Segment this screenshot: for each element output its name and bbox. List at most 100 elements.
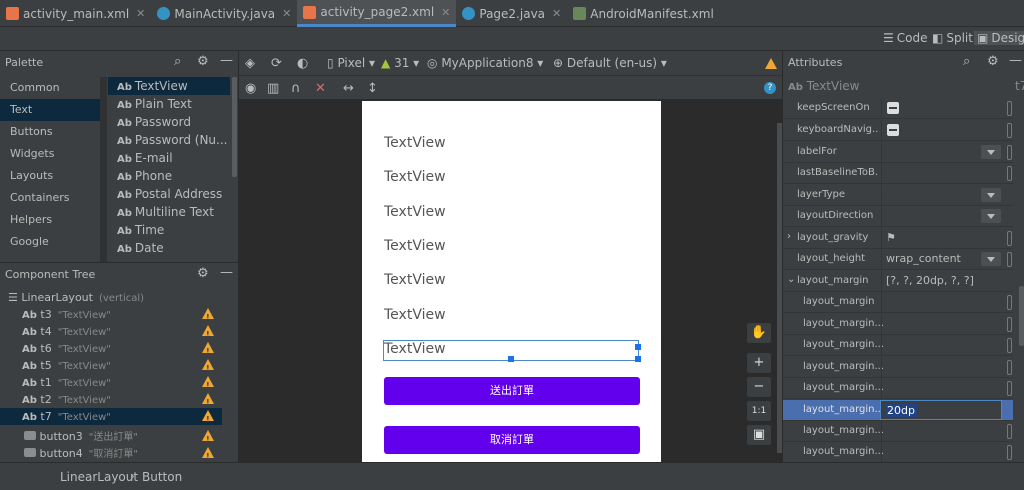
close-icon[interactable]: ✕ [552, 7, 561, 20]
resource-picker[interactable] [1007, 338, 1012, 353]
split-view-button[interactable]: ◧ Split [932, 31, 973, 45]
attr-value[interactable]: wrap_content [881, 249, 991, 269]
preview-button-send-order[interactable]: 送出訂單 [384, 377, 640, 405]
warning-icon[interactable] [202, 376, 214, 394]
warning-icon[interactable] [202, 447, 214, 465]
resource-picker[interactable] [1007, 424, 1012, 439]
palette-item-date[interactable]: Ab Date [108, 239, 230, 257]
palette-scrollbar[interactable] [232, 77, 237, 177]
clear-constraints-icon[interactable]: ✕ [315, 81, 326, 96]
gear-icon[interactable]: ⚙ [197, 266, 209, 281]
vertical-guide-icon[interactable]: ↕ [367, 81, 378, 96]
resource-picker[interactable] [1007, 252, 1012, 267]
resize-handle[interactable] [508, 356, 514, 362]
tab-main-activity[interactable]: MainActivity.java ✕ [151, 0, 297, 27]
tree-row-t2[interactable]: Ab t2 "TextView" [0, 391, 222, 411]
attr-value[interactable] [881, 206, 991, 226]
attr-value[interactable] [881, 357, 991, 377]
tree-row-button3[interactable]: button3 "送出訂單" [0, 428, 222, 448]
preview-textview-t5[interactable]: TextView [384, 238, 446, 254]
chevron-down-icon[interactable]: ⌄ [787, 274, 795, 285]
palette-category-layouts[interactable]: Layouts [0, 165, 100, 187]
attr-row-layoutmargin[interactable]: ⌄ layout_margin [?, ?, 20dp, ?, ?] [783, 271, 1013, 292]
resource-picker[interactable] [1007, 360, 1012, 375]
zoom-actual-size-button[interactable]: 1:1 [747, 401, 771, 421]
search-icon[interactable]: ⌕ [174, 54, 181, 69]
night-mode-icon[interactable]: ◐ [297, 56, 308, 71]
palette-item-email[interactable]: Ab E-mail [108, 149, 230, 167]
warning-icon[interactable] [202, 430, 214, 448]
warning-icon[interactable] [202, 308, 214, 326]
minimize-icon[interactable]: — [220, 53, 233, 68]
attr-row-layoutgravity[interactable]: › layout_gravity ⚑ [783, 228, 1013, 249]
chevron-down-icon[interactable] [981, 145, 1001, 159]
preview-button-cancel-order[interactable]: 取消訂單 [384, 426, 640, 454]
zoom-in-button[interactable]: + [747, 353, 771, 373]
breadcrumb-button[interactable]: Button [142, 470, 182, 484]
chevron-down-icon[interactable] [981, 188, 1001, 202]
locale-dropdown[interactable]: ⊕ Default (en-us) ▾ [553, 56, 667, 70]
preview-textview-t4[interactable]: TextView [384, 169, 446, 185]
tree-root-linearlayout[interactable]: ☰ LinearLayout (vertical) [0, 289, 222, 306]
horizontal-guide-icon[interactable]: ↔ [343, 81, 354, 96]
preview-textview-t1[interactable]: TextView [384, 272, 446, 288]
warning-icon[interactable] [202, 393, 214, 411]
close-icon[interactable]: ✕ [136, 7, 145, 20]
eye-icon[interactable]: ◉ [245, 81, 256, 96]
minimize-icon[interactable]: — [1009, 53, 1022, 68]
palette-item-textview[interactable]: Ab TextView [108, 77, 230, 95]
blueprint-icon[interactable]: ▥ [267, 81, 279, 96]
resource-picker[interactable] [1007, 145, 1012, 160]
palette-item-password-numeric[interactable]: Ab Password (Nu... [108, 131, 230, 149]
design-view-button[interactable]: ▣Design [974, 31, 1024, 45]
zoom-out-button[interactable]: − [747, 377, 771, 397]
warning-icon[interactable] [202, 410, 214, 428]
preview-textview-t6[interactable]: TextView [384, 204, 446, 220]
attr-value[interactable] [881, 163, 991, 183]
attributes-scrollbar[interactable] [1019, 286, 1024, 346]
search-icon[interactable]: ⌕ [963, 54, 970, 69]
resource-picker[interactable] [1007, 231, 1012, 246]
palette-category-google[interactable]: Google [0, 231, 100, 253]
tree-row-t4[interactable]: Ab t4 "TextView" [0, 323, 222, 343]
tree-row-t6[interactable]: Ab t6 "TextView" [0, 340, 222, 360]
minimize-icon[interactable]: — [220, 265, 233, 280]
palette-item-password[interactable]: Ab Password [108, 113, 230, 131]
orientation-icon[interactable]: ⟳ [271, 56, 282, 71]
attr-value[interactable] [881, 142, 991, 162]
tree-row-t7[interactable]: Ab t7 "TextView" [0, 408, 222, 428]
tree-row-t3[interactable]: Ab t3 "TextView" [0, 306, 222, 326]
resource-picker[interactable] [1007, 295, 1012, 310]
palette-category-text[interactable]: Text [0, 99, 100, 121]
palette-category-buttons[interactable]: Buttons [0, 121, 100, 143]
palette-item-phone[interactable]: Ab Phone [108, 167, 230, 185]
tab-android-manifest[interactable]: AndroidManifest.xml [567, 0, 720, 27]
tree-row-t5[interactable]: Ab t5 "TextView" [0, 357, 222, 377]
chevron-right-icon[interactable]: › [787, 231, 791, 242]
attr-value[interactable] [881, 292, 991, 312]
preview-textview-t7[interactable]: TextView [384, 341, 446, 357]
gear-icon[interactable]: ⚙ [987, 54, 999, 69]
gear-icon[interactable]: ⚙ [197, 54, 209, 69]
margin-value-input[interactable]: 20dp [880, 400, 1002, 420]
help-icon[interactable]: ? [764, 82, 776, 94]
palette-category-containers[interactable]: Containers [0, 187, 100, 209]
device-dropdown[interactable]: ▯ Pixel ▾ [327, 56, 375, 70]
warning-icon[interactable] [202, 342, 214, 360]
resource-picker[interactable] [1007, 445, 1012, 460]
resource-picker[interactable] [1007, 317, 1012, 332]
resource-picker[interactable] [1007, 166, 1012, 181]
palette-category-common[interactable]: Common [0, 77, 100, 99]
palette-item-time[interactable]: Ab Time [108, 221, 230, 239]
zoom-fit-icon[interactable]: ▣ [747, 425, 771, 445]
palette-category-widgets[interactable]: Widgets [0, 143, 100, 165]
tree-row-button4[interactable]: button4 "取消訂單" [0, 445, 222, 465]
attr-value[interactable] [881, 314, 991, 334]
resize-handle[interactable] [635, 344, 641, 350]
breadcrumb-linearlayout[interactable]: LinearLayout [60, 470, 138, 484]
checkbox-indeterminate[interactable] [887, 102, 899, 114]
tree-row-t1[interactable]: Ab t1 "TextView" [0, 374, 222, 394]
warning-icon[interactable] [202, 359, 214, 377]
attr-value[interactable] [881, 185, 991, 205]
magnet-off-icon[interactable]: ∩ [291, 81, 301, 96]
